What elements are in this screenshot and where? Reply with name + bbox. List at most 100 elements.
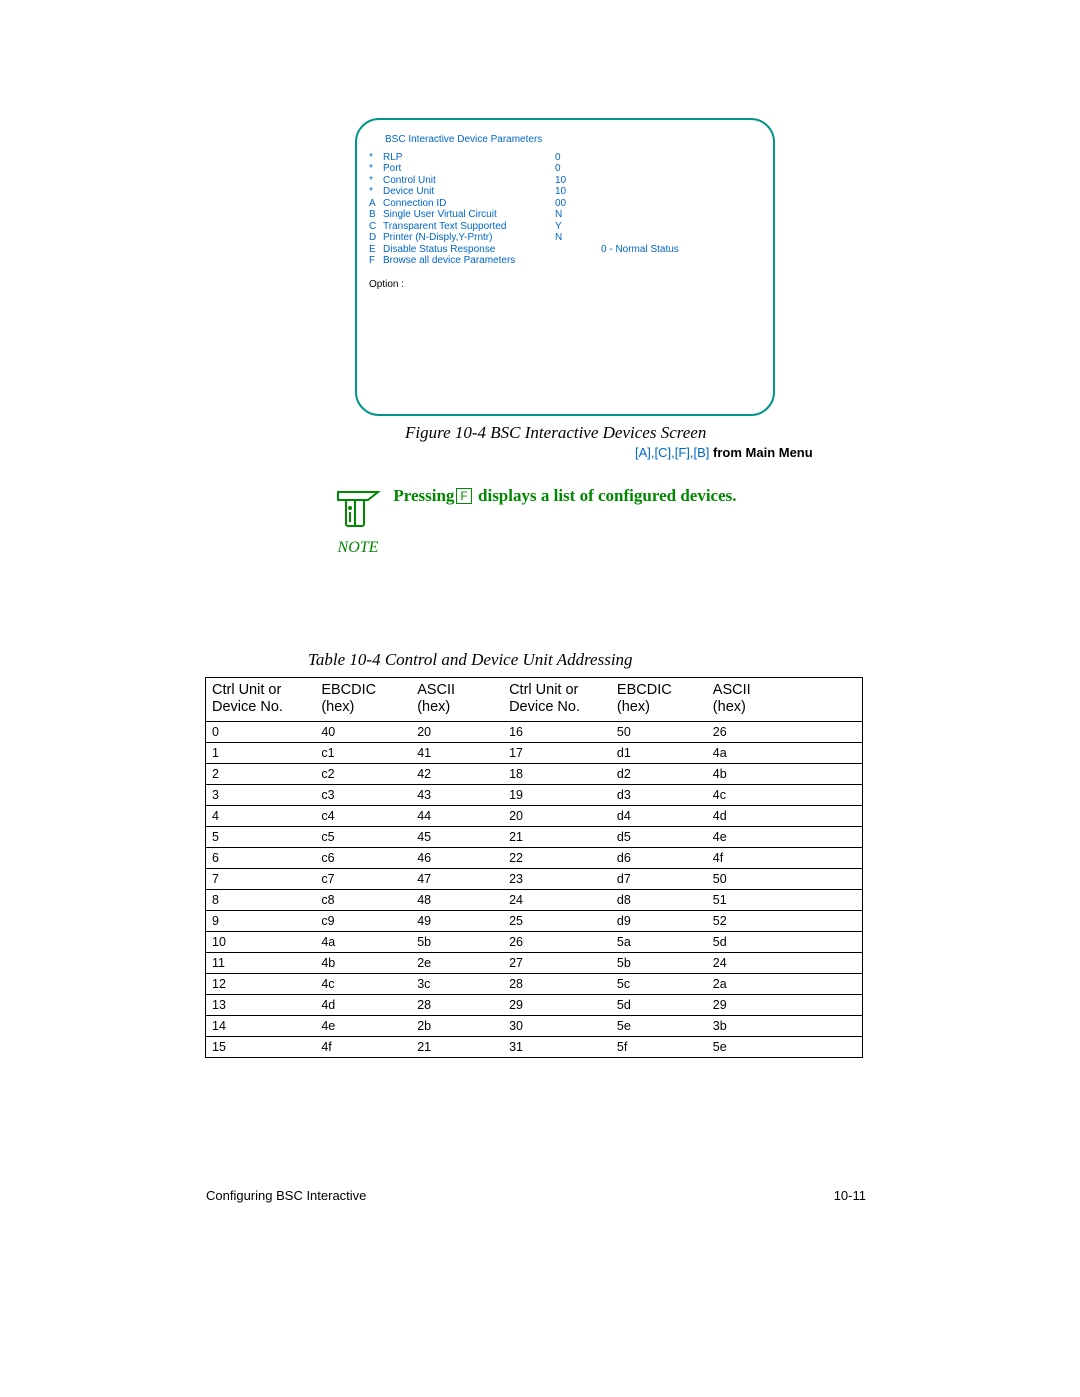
- table-cell: 1: [206, 742, 316, 763]
- table-cell: d3: [611, 784, 707, 805]
- table-row: 5c54521d54e: [206, 826, 863, 847]
- breadcrumb-keys: [A],[C],[F],[B]: [635, 445, 709, 460]
- table-cell: 41: [411, 742, 503, 763]
- param-key: F: [369, 255, 383, 267]
- param-row: AConnection ID00: [369, 198, 773, 210]
- param-name: Transparent Text Supported: [383, 221, 555, 233]
- table-cell: 20: [411, 721, 503, 742]
- th-0: Ctrl Unit orDevice No.: [206, 678, 316, 722]
- table-cell: c6: [315, 847, 411, 868]
- table-row: 124c3c285c2a: [206, 973, 863, 994]
- table-cell: 4a: [315, 931, 411, 952]
- bsc-screen-panel: BSC Interactive Device Parameters *RLP0*…: [355, 118, 775, 416]
- table-cell: d7: [611, 868, 707, 889]
- table-cell: 25: [503, 910, 611, 931]
- table-body: 040201650261c14117d14a2c24218d24b3c34319…: [206, 721, 863, 1057]
- param-extra: [595, 221, 601, 233]
- screen-title: BSC Interactive Device Parameters: [357, 134, 773, 152]
- figure-caption: Figure 10-4 BSC Interactive Devices Scre…: [405, 423, 706, 443]
- param-key: A: [369, 198, 383, 210]
- table-cell: 17: [503, 742, 611, 763]
- table-cell: d8: [611, 889, 707, 910]
- table-cell: d2: [611, 763, 707, 784]
- param-name: Printer (N-Disply,Y-Prntr): [383, 232, 555, 244]
- param-extra: [595, 186, 601, 198]
- param-value: N: [555, 209, 595, 221]
- param-extra: 0 - Normal Status: [595, 244, 679, 256]
- param-row: *Device Unit10: [369, 186, 773, 198]
- table-row: 1c14117d14a: [206, 742, 863, 763]
- param-value: Y: [555, 221, 595, 233]
- table-cell: 7: [206, 868, 316, 889]
- table-cell: 13: [206, 994, 316, 1015]
- table-cell: 43: [411, 784, 503, 805]
- table-cell: 4e: [315, 1015, 411, 1036]
- param-key: *: [369, 152, 383, 164]
- param-name: Disable Status Response: [383, 244, 555, 256]
- table-cell: 23: [503, 868, 611, 889]
- table-cell: 14: [206, 1015, 316, 1036]
- table-cell: 49: [411, 910, 503, 931]
- table-cell: 4f: [707, 847, 863, 868]
- param-key: B: [369, 209, 383, 221]
- table-cell: 52: [707, 910, 863, 931]
- param-row: *Control Unit10: [369, 175, 773, 187]
- table-cell: c8: [315, 889, 411, 910]
- table-cell: 5d: [611, 994, 707, 1015]
- param-key: D: [369, 232, 383, 244]
- param-list: *RLP0*Port0*Control Unit10*Device Unit10…: [357, 152, 773, 267]
- table-cell: 3c: [411, 973, 503, 994]
- table-row: 134d28295d29: [206, 994, 863, 1015]
- table-cell: 12: [206, 973, 316, 994]
- table-cell: 4b: [315, 952, 411, 973]
- param-name: Device Unit: [383, 186, 555, 198]
- breadcrumb-tail: from Main Menu: [709, 445, 812, 460]
- table-cell: 31: [503, 1036, 611, 1057]
- table-cell: 10: [206, 931, 316, 952]
- note-key: F: [456, 488, 471, 504]
- table-cell: 3: [206, 784, 316, 805]
- table-cell: 20: [503, 805, 611, 826]
- table-cell: c1: [315, 742, 411, 763]
- table-row: 2c24218d24b: [206, 763, 863, 784]
- breadcrumb: [A],[C],[F],[B] from Main Menu: [635, 445, 813, 460]
- param-value: 0: [555, 163, 595, 175]
- table-cell: 5c: [611, 973, 707, 994]
- note-icon: NOTE: [332, 482, 384, 557]
- table-cell: 4f: [315, 1036, 411, 1057]
- table-cell: 29: [707, 994, 863, 1015]
- table-cell: d9: [611, 910, 707, 931]
- table-cell: 29: [503, 994, 611, 1015]
- table-cell: c2: [315, 763, 411, 784]
- table-cell: 5a: [611, 931, 707, 952]
- table-cell: 4e: [707, 826, 863, 847]
- param-extra: [595, 152, 601, 164]
- table-cell: 5d: [707, 931, 863, 952]
- table-row: 8c84824d851: [206, 889, 863, 910]
- param-value: 0: [555, 152, 595, 164]
- th-4: EBCDIC(hex): [611, 678, 707, 722]
- param-name: Single User Virtual Circuit: [383, 209, 555, 221]
- table-cell: 9: [206, 910, 316, 931]
- table-cell: c9: [315, 910, 411, 931]
- table-cell: 2: [206, 763, 316, 784]
- table-row: 3c34319d34c: [206, 784, 863, 805]
- param-value: [555, 255, 595, 267]
- footer-left: Configuring BSC Interactive: [206, 1188, 366, 1203]
- param-row: FBrowse all device Parameters: [369, 255, 773, 267]
- table-cell: d6: [611, 847, 707, 868]
- th-5: ASCII(hex): [707, 678, 863, 722]
- param-row: DPrinter (N-Disply,Y-Prntr)N: [369, 232, 773, 244]
- table-cell: 28: [411, 994, 503, 1015]
- table-cell: 47: [411, 868, 503, 889]
- param-name: Connection ID: [383, 198, 555, 210]
- table-cell: 27: [503, 952, 611, 973]
- th-3: Ctrl Unit orDevice No.: [503, 678, 611, 722]
- table-cell: d1: [611, 742, 707, 763]
- note-block: NOTE PressingF displays a list of config…: [332, 482, 737, 557]
- table-cell: 45: [411, 826, 503, 847]
- table-cell: c3: [315, 784, 411, 805]
- addressing-table: Ctrl Unit orDevice No. EBCDIC(hex) ASCII…: [205, 677, 863, 1058]
- table-cell: 4a: [707, 742, 863, 763]
- table-cell: 6: [206, 847, 316, 868]
